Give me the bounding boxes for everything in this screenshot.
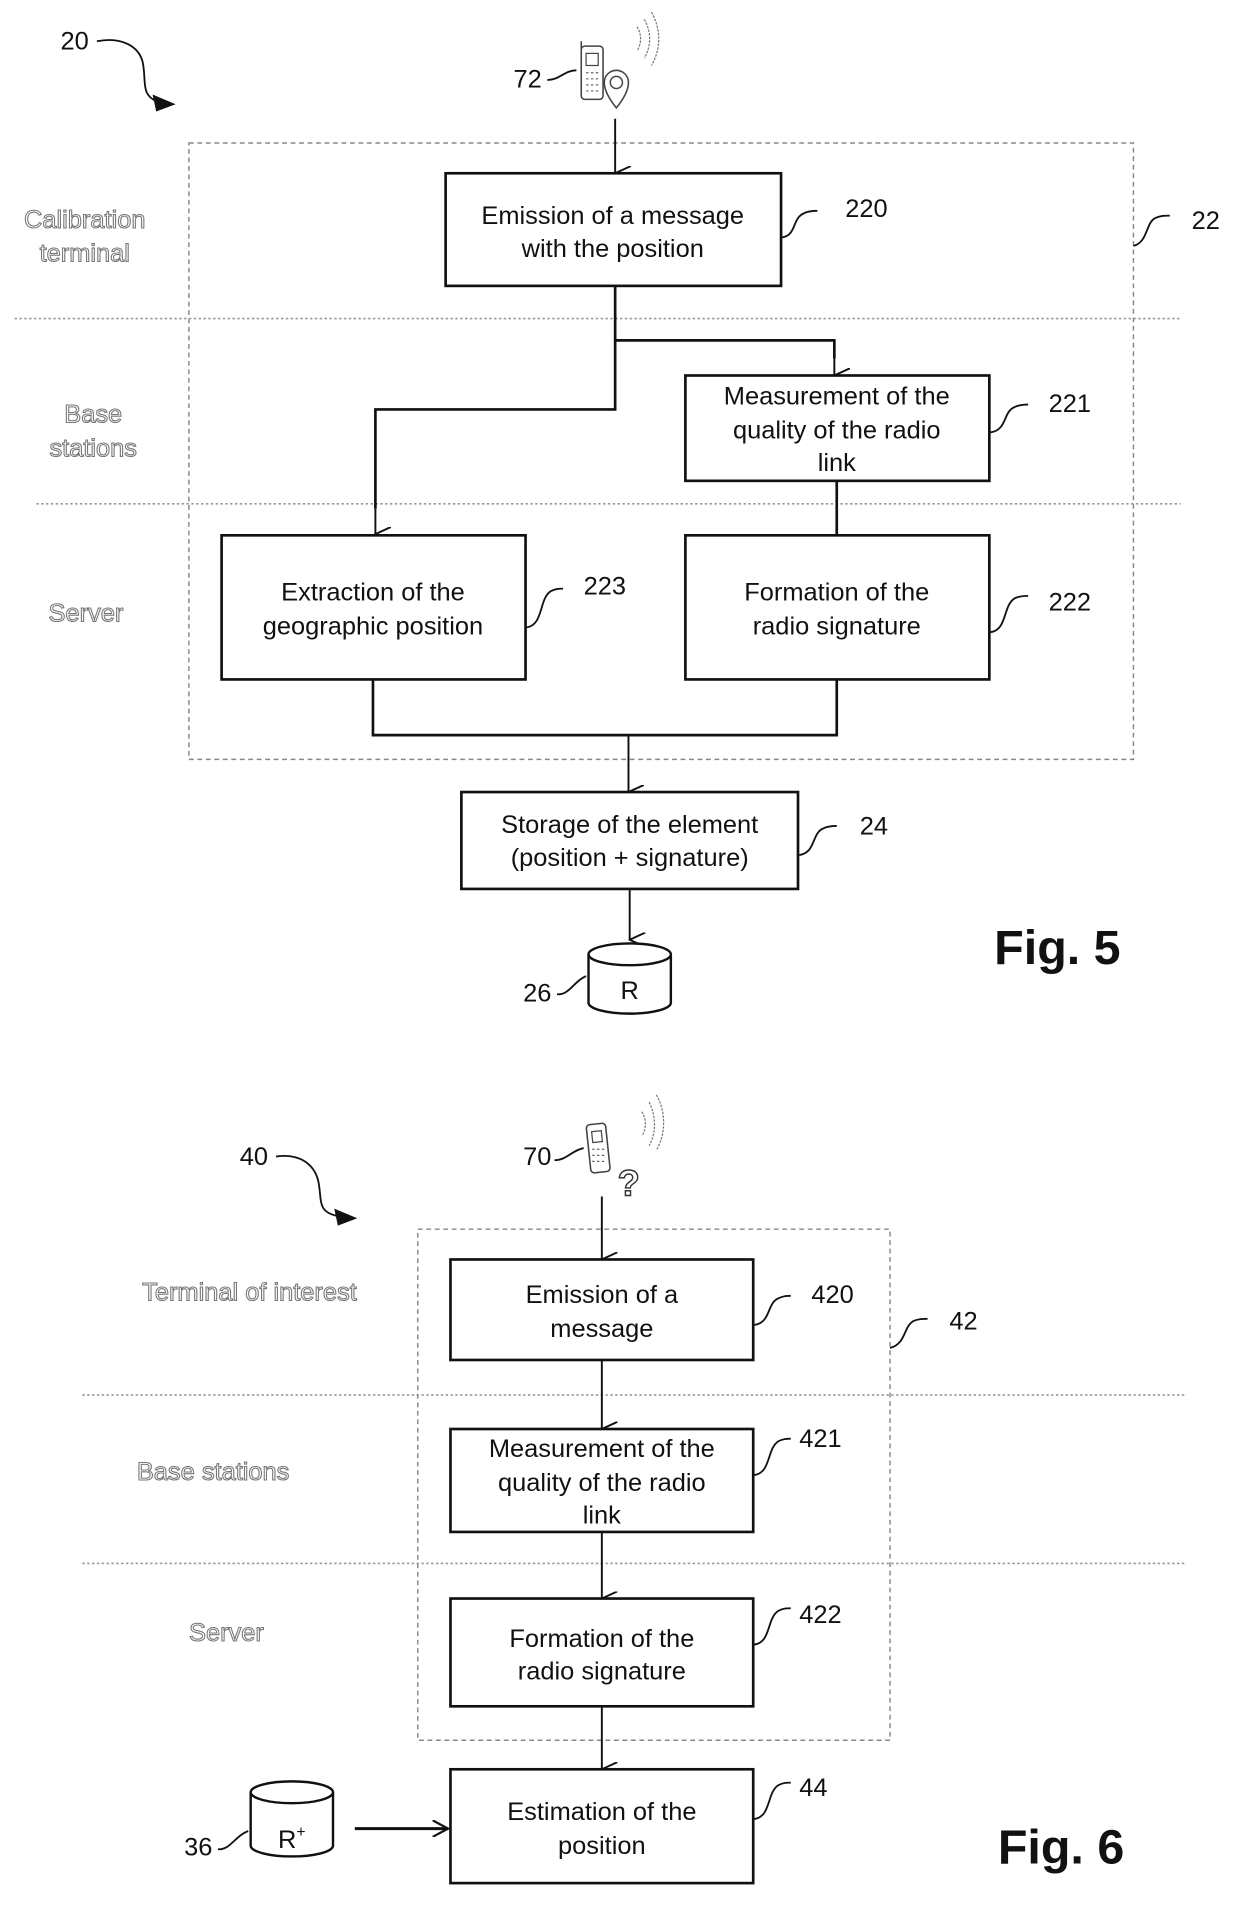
ref-421-label: 421 xyxy=(799,1425,841,1453)
database-label-superscript: + xyxy=(296,1824,305,1841)
lane-label-calibration-terminal: terminal xyxy=(40,240,130,268)
leader-line xyxy=(782,209,818,239)
lane-label-base-stations: stations xyxy=(49,435,137,463)
ref-22-label: 22 xyxy=(1192,207,1220,235)
figure-6: 40 70 ? 42 Terminal of interest Base sta… xyxy=(82,1094,1187,1885)
ref-70-label: 70 xyxy=(523,1143,551,1171)
lane-label-calibration-terminal: Calibration xyxy=(24,206,145,234)
ref-40-label: 40 xyxy=(240,1143,268,1171)
step-text: Measurement of the xyxy=(489,1435,715,1463)
step-text: with the position xyxy=(521,235,704,263)
leader-line xyxy=(889,1317,928,1349)
step-box-222[interactable]: Formation of the radio signature xyxy=(684,534,991,681)
step-text: Formation of the xyxy=(744,579,929,607)
phone-with-question-mark-icon: ? xyxy=(585,1094,665,1204)
ref-24-label: 24 xyxy=(860,812,888,840)
leader-line xyxy=(799,825,837,856)
svg-text:?: ? xyxy=(618,1162,640,1203)
step-text: position xyxy=(558,1832,646,1860)
figure-caption: Fig. 5 xyxy=(994,921,1120,975)
ref-220-label: 220 xyxy=(845,195,887,223)
arrowhead-icon xyxy=(334,1208,358,1226)
step-text: Storage of the element xyxy=(501,811,758,839)
ref-44-label: 44 xyxy=(799,1774,827,1802)
database-label-base: R xyxy=(278,1826,296,1854)
lane-label-server: Server xyxy=(49,599,124,627)
leader-line xyxy=(754,1294,791,1326)
ref-222-label: 222 xyxy=(1049,588,1091,616)
step-text: Extraction of the xyxy=(281,579,465,607)
leader-line xyxy=(754,1781,791,1820)
step-box-420[interactable]: Emission of a message xyxy=(449,1258,755,1362)
process-pointer-arrow xyxy=(96,39,158,103)
step-box-220[interactable]: Emission of a message with the position xyxy=(444,171,783,288)
leader-line xyxy=(754,1437,791,1476)
figure-caption: Fig. 6 xyxy=(998,1821,1124,1875)
connector xyxy=(371,679,839,737)
ref-223-label: 223 xyxy=(584,573,626,601)
ref-72-label: 72 xyxy=(513,65,541,93)
leader-line xyxy=(217,1830,249,1851)
lane-label-terminal-of-interest: Terminal of interest xyxy=(142,1279,357,1307)
figure-5: 20 72 22 Calibration terminal Base stati… xyxy=(14,11,1220,1015)
arrowhead-icon xyxy=(152,94,176,112)
step-text: message xyxy=(550,1315,653,1343)
leader-line xyxy=(556,975,587,996)
leader-line xyxy=(1133,214,1170,247)
step-text: radio signature xyxy=(518,1658,686,1686)
step-text: link xyxy=(583,1501,621,1529)
step-box-44[interactable]: Estimation of the position xyxy=(449,1767,755,1885)
leader-line xyxy=(554,1147,584,1162)
leader-line xyxy=(547,69,577,81)
lane-label-base-stations: Base stations xyxy=(137,1458,290,1486)
step-text: radio signature xyxy=(753,613,921,641)
step-text: Emission of a xyxy=(526,1281,679,1309)
connector xyxy=(374,340,617,509)
step-box-421[interactable]: Measurement of the quality of the radio … xyxy=(449,1427,755,1534)
process-pointer-arrow xyxy=(275,1154,337,1217)
leader-line xyxy=(990,594,1029,634)
ref-221-label: 221 xyxy=(1049,390,1091,418)
ref-42-label: 42 xyxy=(949,1308,977,1336)
step-box-422[interactable]: Formation of the radio signature xyxy=(449,1597,755,1708)
connector xyxy=(613,285,836,359)
step-text: link xyxy=(818,449,856,477)
patent-figure-sheet: 20 72 22 Calibration terminal Base stati… xyxy=(14,11,1220,1885)
step-text: quality of the radio xyxy=(733,416,941,444)
leader-line xyxy=(526,587,564,629)
step-text: Formation of the xyxy=(509,1625,694,1653)
ref-20-label: 20 xyxy=(61,28,89,56)
ref-36-label: 36 xyxy=(184,1833,212,1861)
step-text: geographic position xyxy=(263,613,483,641)
lane-label-base-stations: Base xyxy=(64,401,122,429)
leader-line xyxy=(754,1607,791,1646)
lane-label-server: Server xyxy=(189,1619,264,1647)
database-label: R xyxy=(621,977,639,1005)
step-text: Emission of a message xyxy=(481,202,744,230)
step-box-223[interactable]: Extraction of the geographic position xyxy=(220,534,527,681)
step-box-24[interactable]: Storage of the element (position + signa… xyxy=(460,790,800,891)
ref-420-label: 420 xyxy=(811,1281,853,1309)
step-text: (position + signature) xyxy=(511,844,749,872)
leader-line xyxy=(990,403,1029,434)
ref-422-label: 422 xyxy=(799,1601,841,1629)
step-text: quality of the radio xyxy=(498,1469,706,1497)
ref-26-label: 26 xyxy=(523,980,551,1008)
step-text: Measurement of the xyxy=(724,383,950,411)
phone-with-location-pin-icon xyxy=(580,11,660,110)
step-text: Estimation of the xyxy=(507,1798,696,1826)
step-box-221[interactable]: Measurement of the quality of the radio … xyxy=(684,374,991,483)
